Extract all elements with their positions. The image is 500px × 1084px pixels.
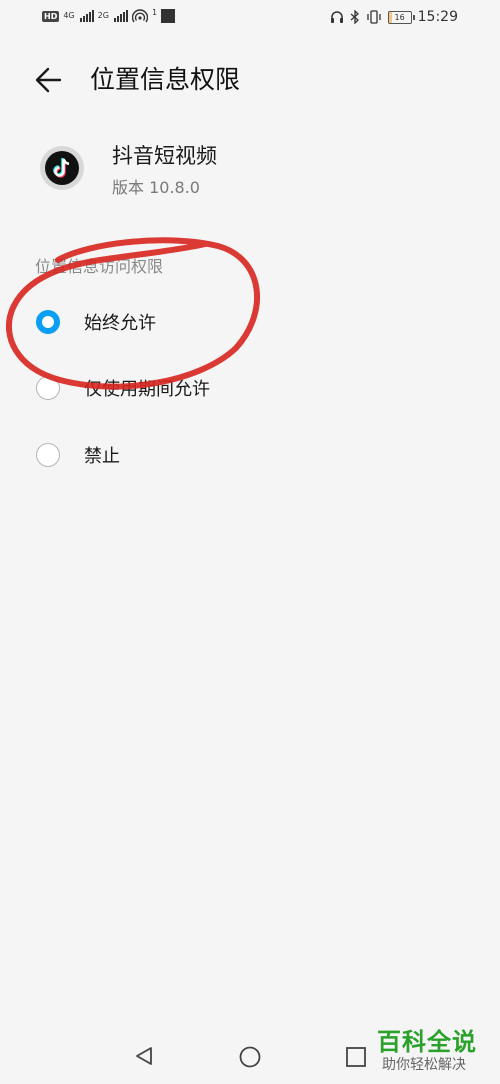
status-right: 16 15:29	[330, 9, 458, 25]
bluetooth-icon	[350, 10, 359, 24]
option-allow-while-using[interactable]: 仅使用期间允许	[20, 358, 480, 418]
page-title: 位置信息权限	[90, 65, 241, 94]
option-label: 始终允许	[84, 313, 156, 334]
network-type-2: 2G	[97, 11, 109, 20]
app-name: 抖音短视频	[112, 144, 217, 168]
nav-home-icon[interactable]	[238, 1045, 262, 1069]
signal-icon	[79, 10, 94, 22]
radio-button[interactable]	[36, 310, 60, 334]
clock: 15:29	[417, 9, 458, 25]
back-arrow-icon	[35, 67, 62, 93]
hd-badge: HD	[42, 10, 60, 22]
radio-button[interactable]	[36, 443, 60, 467]
option-always-allow[interactable]: 始终允许	[20, 292, 480, 352]
section-label: 位置信息访问权限	[35, 257, 164, 276]
back-button[interactable]	[30, 60, 70, 100]
status-bar: HD 4G 2G 1 16 15:29	[0, 0, 500, 36]
app-version: 版本 10.8.0	[112, 178, 200, 197]
signal-icon	[113, 10, 128, 22]
watermark-subtitle: 助你轻松解决	[382, 1057, 466, 1073]
option-deny[interactable]: 禁止	[20, 425, 480, 485]
app-notification-icon	[161, 9, 176, 23]
option-label: 仅使用期间允许	[84, 379, 210, 400]
status-left: HD 4G 2G 1	[42, 7, 176, 23]
radio-button[interactable]	[36, 376, 60, 400]
nav-recents-icon[interactable]	[345, 1046, 367, 1068]
vibrate-icon	[366, 10, 381, 24]
hotspot-icon	[131, 9, 148, 23]
battery-icon: 16	[387, 10, 415, 24]
notification-count: 1	[151, 7, 158, 17]
headphones-icon	[330, 11, 343, 23]
tiktok-icon	[40, 146, 84, 190]
nav-back-icon[interactable]	[132, 1044, 156, 1068]
watermark-title: 百科全说	[377, 1028, 477, 1056]
option-label: 禁止	[84, 446, 120, 467]
network-type-1: 4G	[63, 11, 75, 20]
